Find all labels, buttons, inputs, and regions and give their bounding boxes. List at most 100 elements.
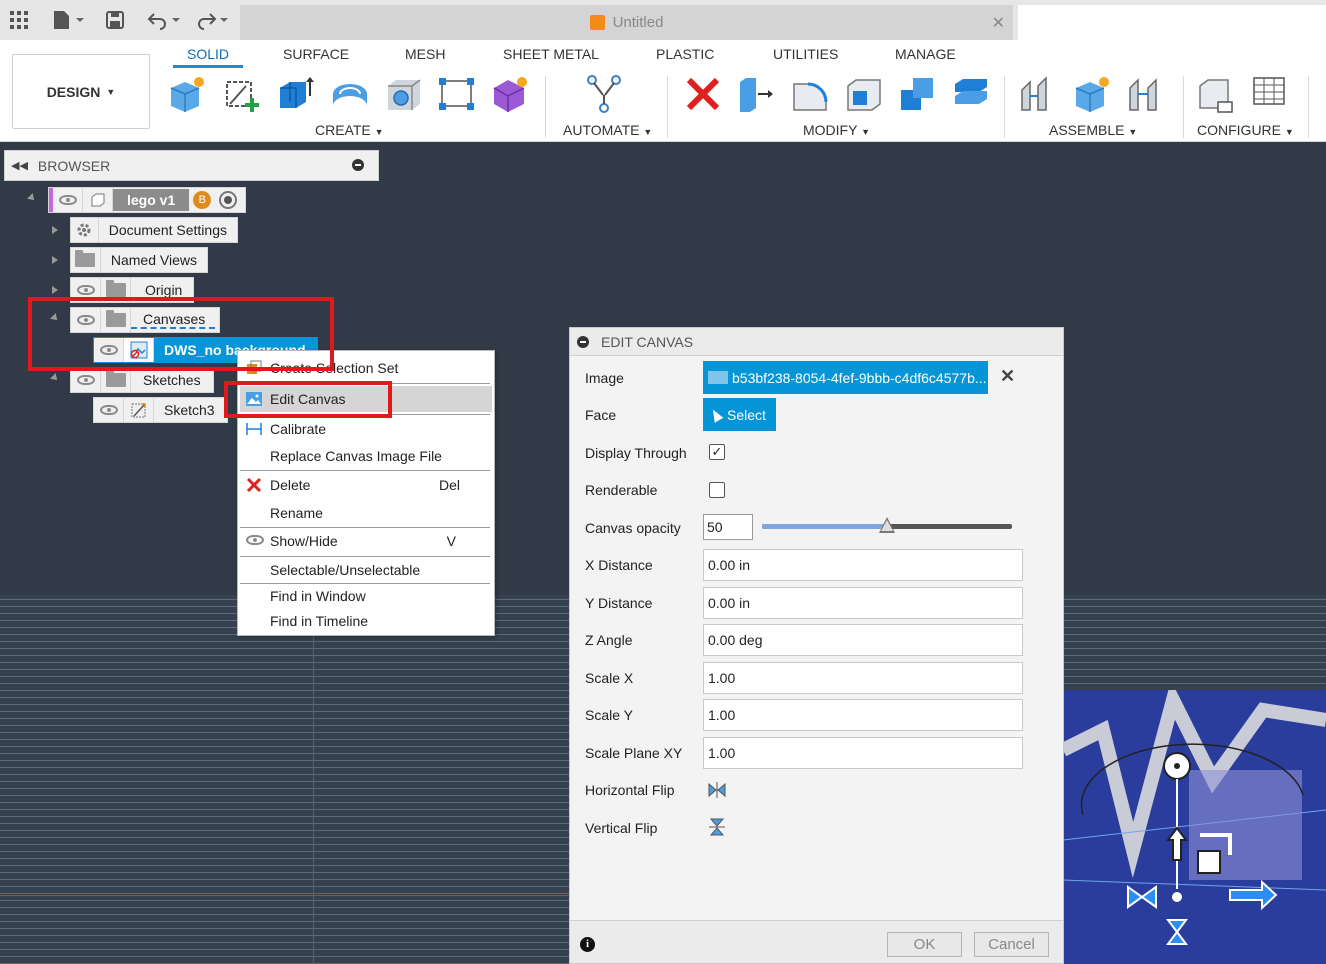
info-icon[interactable]: i [580,937,595,952]
selection-set-icon [247,360,262,374]
canvas-opacity-input[interactable]: 50 [703,514,753,540]
expand-arrow-icon[interactable] [52,286,58,294]
menu-item-selectable[interactable]: Selectable/Unselectable [240,557,492,583]
close-tab-icon[interactable]: ✕ [992,13,1005,33]
menu-item-find-in-window[interactable]: Find in Window [240,583,492,609]
edit-canvas-dialog: EDIT CANVAS Image b53bf238-8054-4fef-9bb… [569,327,1064,964]
assemble-menu[interactable]: ASSEMBLE ▼ [1049,122,1137,138]
eye-icon[interactable] [94,398,124,422]
create-menu[interactable]: CREATE ▼ [315,122,384,138]
tab-utilities[interactable]: UTILITIES [773,46,838,62]
menu-item-calibrate[interactable]: Calibrate [240,416,492,442]
display-through-checkbox[interactable]: ✓ [709,444,725,460]
fillet-icon[interactable] [790,74,830,114]
vertical-flip-icon[interactable] [708,818,726,836]
press-pull-icon[interactable] [736,74,776,114]
save-icon[interactable] [104,8,126,32]
eye-icon[interactable] [53,188,83,212]
configuration-table-icon[interactable] [1250,74,1290,114]
scale-x-input[interactable]: 1.00 [703,662,1023,694]
hole-icon[interactable] [384,74,424,114]
eye-icon[interactable] [94,338,124,362]
collapse-browser-icon[interactable]: ◀◀ [11,159,28,172]
tab-plastic[interactable]: PLASTIC [656,46,714,62]
menu-item-create-selection-set[interactable]: Create Selection Set [240,355,492,381]
configure-design-icon[interactable] [1196,74,1236,114]
configure-menu[interactable]: CONFIGURE ▼ [1197,122,1294,138]
tree-root[interactable]: lego v1 B [48,187,246,213]
menu-item-replace-image[interactable]: Replace Canvas Image File [240,443,492,469]
as-built-joint-icon[interactable] [1126,74,1166,114]
dialog-header[interactable]: EDIT CANVAS [570,328,1063,356]
y-distance-input[interactable]: 0.00 in [703,587,1023,619]
workspace-switcher[interactable]: DESIGN ▼ [12,54,150,129]
canvas-opacity-slider[interactable] [762,517,1012,533]
scale-y-input[interactable]: 1.00 [703,699,1023,731]
slider-handle[interactable] [879,517,895,533]
menu-item-label: Rename [270,505,323,521]
clear-image-icon[interactable]: ✕ [1000,366,1015,387]
automate-group-label: AUTOMATE [563,122,640,138]
cancel-button[interactable]: Cancel [974,932,1049,957]
tree-item-sketches[interactable]: Sketches [70,367,214,393]
tab-manage[interactable]: MANAGE [895,46,956,62]
image-select-button[interactable]: b53bf238-8054-4fef-9bbb-c4df6c4577b... [703,361,988,394]
renderable-checkbox[interactable] [709,482,725,498]
eye-icon[interactable] [71,308,101,332]
automate-icon[interactable] [584,74,624,114]
minimize-browser-icon[interactable] [352,159,364,171]
expand-root-icon[interactable] [27,193,37,203]
joint-icon[interactable] [1018,74,1058,114]
scale-plane-input[interactable]: 1.00 [703,737,1023,769]
grid-icon[interactable] [8,8,30,32]
file-icon[interactable] [50,8,86,32]
extrude-icon[interactable] [276,74,316,114]
eye-icon[interactable] [71,368,101,392]
face-select-button[interactable]: Select [703,398,776,431]
revolve-icon[interactable] [330,74,370,114]
tab-surface[interactable]: SURFACE [283,46,349,62]
browser-header[interactable]: ◀◀ BROWSER [4,150,379,181]
new-tab-area[interactable] [1018,5,1326,40]
undo-icon[interactable] [146,8,182,32]
menu-item-show-hide[interactable]: Show/Hide V [240,528,492,554]
tree-item-canvases[interactable]: Canvases [70,307,220,333]
tree-item-origin[interactable]: Origin [70,277,194,303]
expand-arrow-icon[interactable] [52,256,58,264]
pattern-icon[interactable] [437,74,477,114]
menu-item-edit-canvas[interactable]: Edit Canvas [240,386,492,412]
tree-item-named-views[interactable]: Named Views [70,247,208,273]
tab-mesh[interactable]: MESH [405,46,445,62]
eye-icon[interactable] [71,278,101,302]
menu-separator [240,470,490,471]
activate-radio-icon[interactable] [219,191,238,209]
menu-item-find-in-timeline[interactable]: Find in Timeline [240,608,492,634]
collapse-dialog-icon[interactable] [577,335,589,348]
automate-menu[interactable]: AUTOMATE ▼ [563,122,652,138]
expand-arrow-icon[interactable] [52,226,58,234]
ok-button[interactable]: OK [887,932,962,957]
horizontal-flip-icon[interactable] [708,781,726,799]
tab-sheet-metal[interactable]: SHEET METAL [503,46,599,62]
combine-icon[interactable] [897,74,937,114]
delete-x-icon[interactable] [683,74,723,114]
tree-item-document-settings[interactable]: Document Settings [70,217,238,243]
offset-face-icon[interactable] [951,74,991,114]
new-assembly-component-icon[interactable] [1072,74,1112,114]
menu-item-rename[interactable]: Rename [240,500,492,526]
collapse-arrow-icon[interactable] [50,373,60,383]
transform-manipulator-icon[interactable] [1110,745,1300,955]
redo-icon[interactable] [194,8,230,32]
create-sketch-icon[interactable] [222,74,262,114]
x-distance-input[interactable]: 0.00 in [703,549,1023,581]
new-component-icon[interactable] [167,74,207,114]
collapse-arrow-icon[interactable] [50,313,60,323]
shell-icon[interactable] [844,74,884,114]
document-tab[interactable]: Untitled ✕ [240,5,1013,40]
modify-menu[interactable]: MODIFY ▼ [803,122,870,138]
menu-item-delete[interactable]: Delete Del [240,472,492,498]
tab-solid[interactable]: SOLID [172,46,244,68]
z-angle-input[interactable]: 0.00 deg [703,624,1023,656]
tree-item-sketch3[interactable]: Sketch3 [93,397,228,423]
create-form-icon[interactable] [490,74,530,114]
